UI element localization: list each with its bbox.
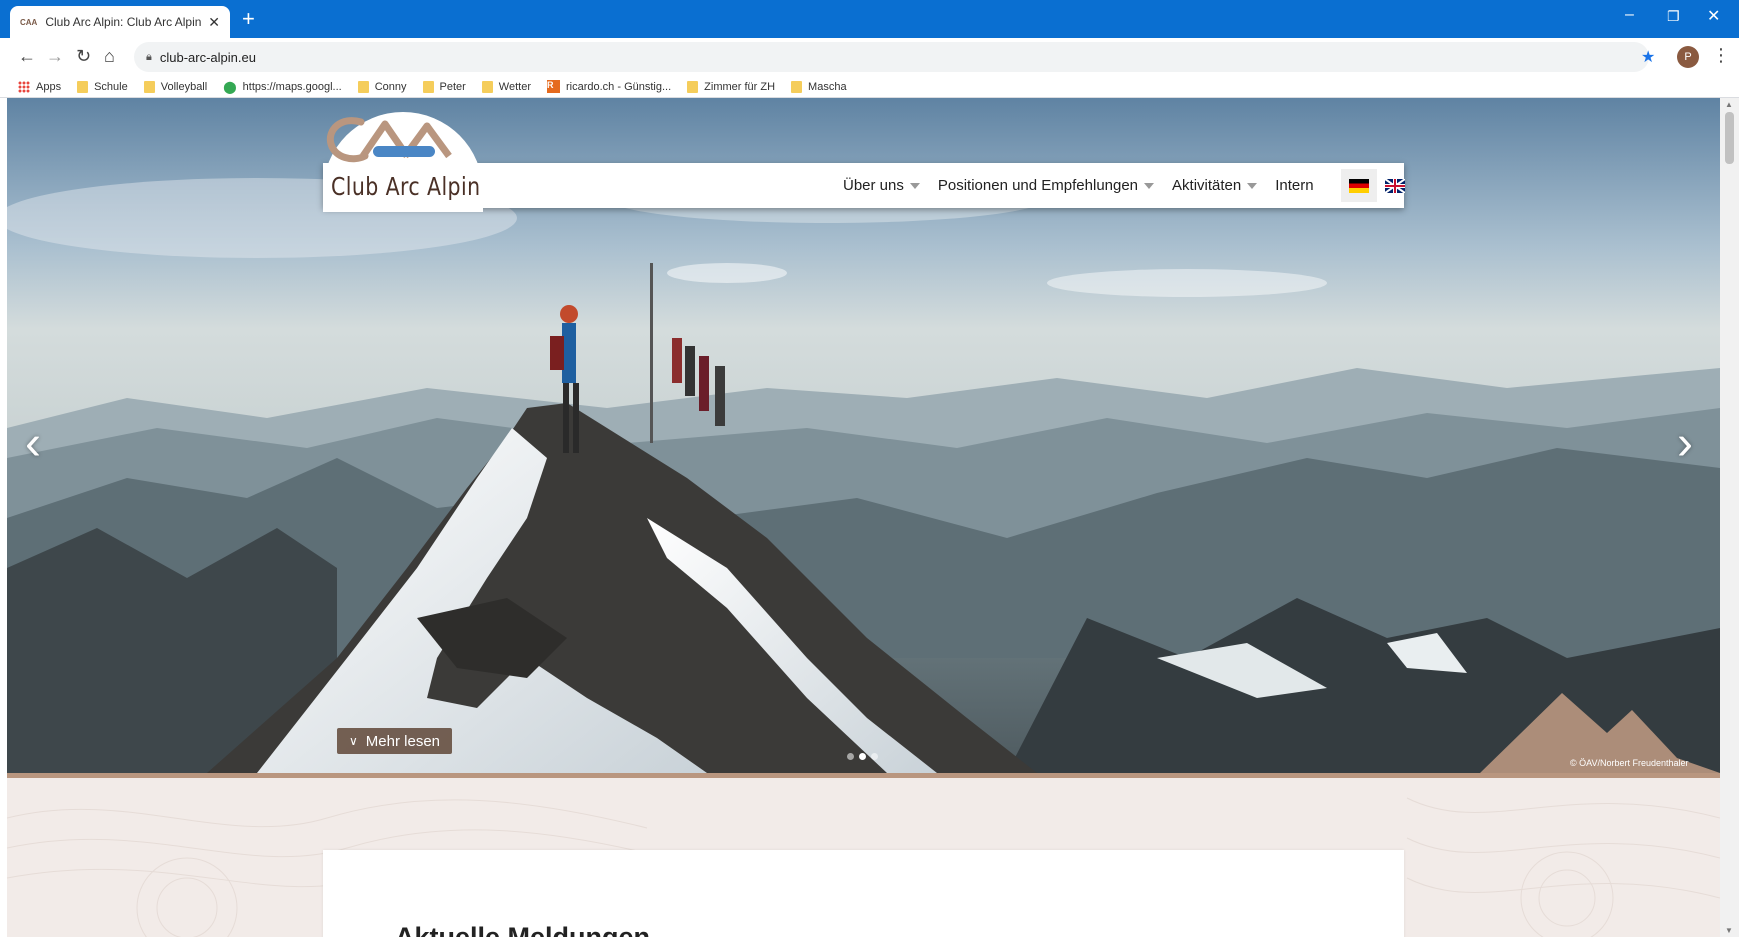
scrollbar-thumb[interactable] [1725,112,1734,164]
close-tab-icon[interactable]: ✕ [208,14,220,31]
nav-item-intern[interactable]: Intern [1275,177,1313,194]
bookmark-mascha[interactable]: Mascha [791,80,847,93]
bookmark-conny[interactable]: Conny [357,80,407,93]
section-title: Aktuelle Meldungen [395,922,651,937]
address-bar[interactable]: 🔒︎ club-arc-alpin.eu [134,42,1649,72]
restore-icon[interactable]: ❐ [1667,8,1680,25]
bookmark-ricardo[interactable]: Rricardo.ch - Günstig... [547,80,671,93]
slider-dots [847,753,883,760]
bookmark-wetter[interactable]: Wetter [481,80,531,93]
caret-down-icon [909,182,920,189]
slider-dot-active[interactable] [859,753,866,760]
slider-next-arrow-icon[interactable]: › [1677,416,1693,471]
scroll-down-icon[interactable]: ▼ [1725,926,1733,935]
maps-icon: ⬤ [223,79,237,94]
bookmark-zimmer[interactable]: Zimmer für ZH [687,80,775,93]
read-more-label: Mehr lesen [365,732,440,750]
bookmark-star-icon[interactable]: ★ [1641,47,1655,67]
news-section: Aktuelle Meldungen [323,850,1404,937]
uk-flag-icon[interactable] [1377,169,1413,202]
site-logo[interactable]: Club Arc Alpin [323,112,483,212]
new-tab-button[interactable]: + [242,7,255,31]
minimize-icon[interactable]: – [1625,6,1634,24]
reload-icon[interactable]: ↻ [76,46,91,67]
bookmark-volleyball[interactable]: Volleyball [143,80,207,93]
chevron-down-icon: ∨ [349,734,358,748]
site-header: Über uns Positionen und Empfehlungen Akt… [323,163,1405,208]
scroll-up-icon[interactable]: ▲ [1725,100,1733,109]
ricardo-icon: R [547,80,560,93]
logo-text: Club Arc Alpin [331,172,481,201]
bookmarks-bar: Apps Schule Volleyball ⬤ https://maps.goo… [0,76,1739,98]
folder-icon [481,80,493,93]
page-scrollbar[interactable]: ▲ ▼ [1720,98,1739,937]
caret-down-icon [1247,182,1258,189]
folder-icon [422,80,434,93]
slider-prev-arrow-icon[interactable]: ‹ [25,416,41,471]
nav-item-ueber-uns[interactable]: Über uns [843,177,920,194]
url-text: club-arc-alpin.eu [159,49,256,65]
browser-titlebar: CAA Club Arc Alpin: Club Arc Alpin (C ✕ … [0,0,1739,38]
lock-icon: 🔒︎ [146,50,152,63]
logo-mountain-icon [326,117,452,163]
menu-dots-icon[interactable]: ⋮ [1712,45,1730,66]
favicon-icon: CAA [20,17,38,27]
profile-avatar[interactable]: P [1677,46,1699,68]
folder-icon [357,80,369,93]
slider-dot[interactable] [871,753,878,760]
language-switcher [1341,169,1413,202]
apps-icon [18,80,30,93]
home-icon[interactable]: ⌂ [104,46,115,67]
forward-arrow-icon[interactable]: → [46,46,64,67]
slider-dot[interactable] [847,753,854,760]
caret-down-icon [1144,182,1155,189]
browser-tab[interactable]: CAA Club Arc Alpin: Club Arc Alpin (C ✕ [10,6,230,38]
read-more-button[interactable]: ∨ Mehr lesen [337,728,452,754]
folder-icon [143,80,155,93]
hero-slider: ‹ › ∨ Mehr lesen © ÖAV/Norbert Freudenth… [7,98,1720,773]
folder-icon [687,80,699,93]
page-viewport: ‹ › ∨ Mehr lesen © ÖAV/Norbert Freudenth… [7,98,1720,937]
folder-icon [791,80,803,93]
bookmark-peter[interactable]: Peter [422,80,466,93]
german-flag-icon[interactable] [1341,169,1377,202]
browser-toolbar: ← → ↻ ⌂ 🔒︎ club-arc-alpin.eu ★ P ⋮ [0,38,1739,76]
back-arrow-icon[interactable]: ← [18,46,36,67]
folder-icon [77,80,89,93]
tab-title: Club Arc Alpin: Club Arc Alpin (C [45,15,203,29]
photo-credit: © ÖAV/Norbert Freudenthaler [1570,758,1689,768]
main-nav: Über uns Positionen und Empfehlungen Akt… [843,163,1332,208]
nav-item-aktivitaeten[interactable]: Aktivitäten [1172,177,1258,194]
bookmark-maps[interactable]: ⬤ https://maps.googl... [223,80,342,94]
bookmark-schule[interactable]: Schule [77,80,128,93]
nav-item-positionen[interactable]: Positionen und Empfehlungen [938,177,1155,194]
window-close-icon[interactable]: ✕ [1707,6,1720,26]
bookmark-apps[interactable]: Apps [18,80,61,93]
